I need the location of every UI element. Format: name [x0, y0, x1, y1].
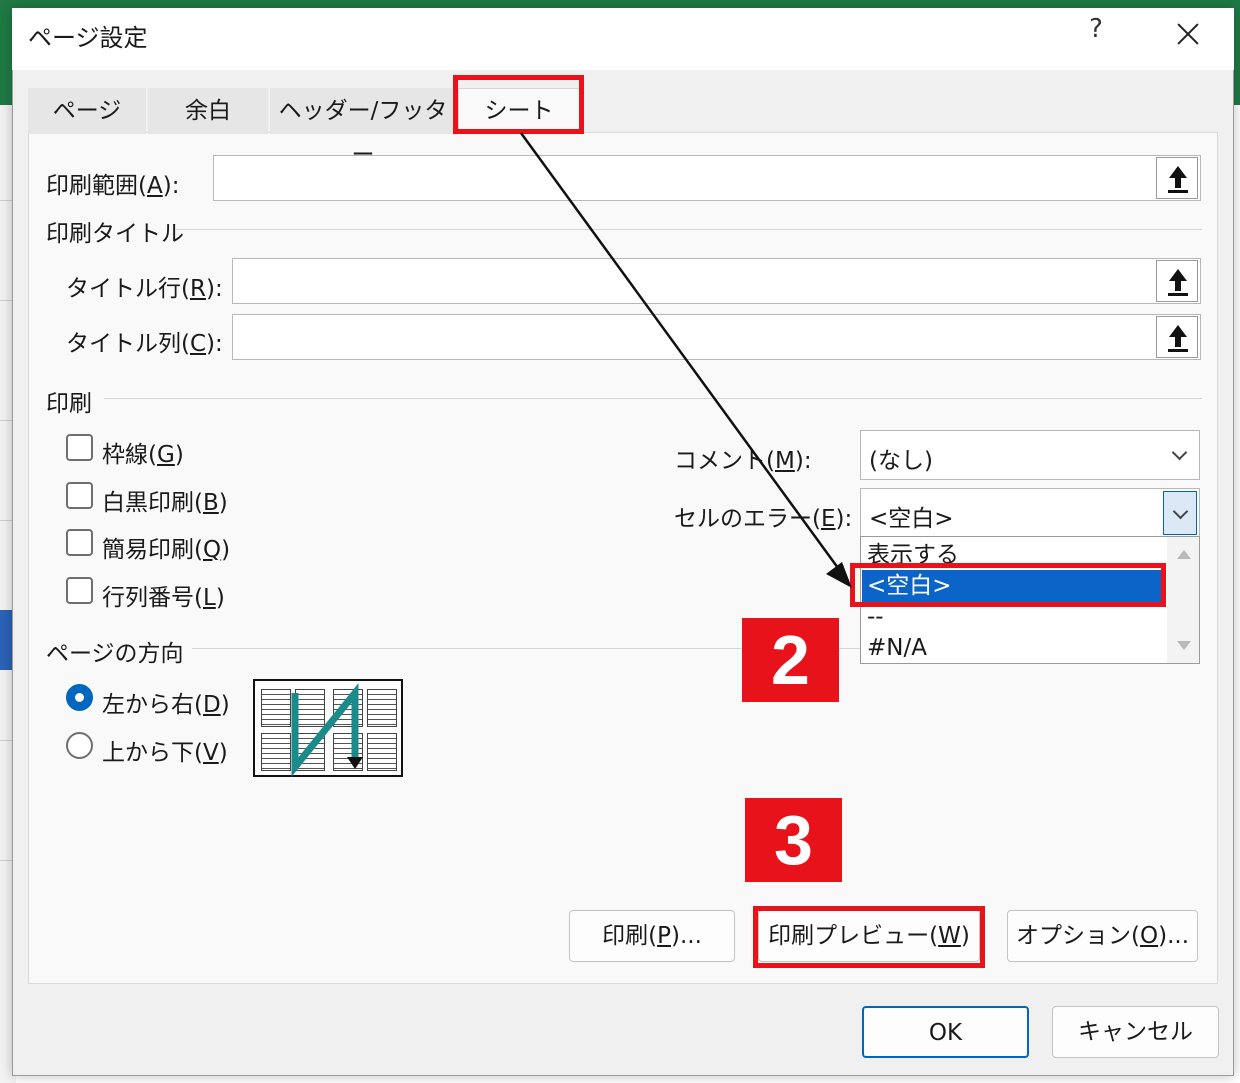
- annotation-arrow: [519, 132, 852, 588]
